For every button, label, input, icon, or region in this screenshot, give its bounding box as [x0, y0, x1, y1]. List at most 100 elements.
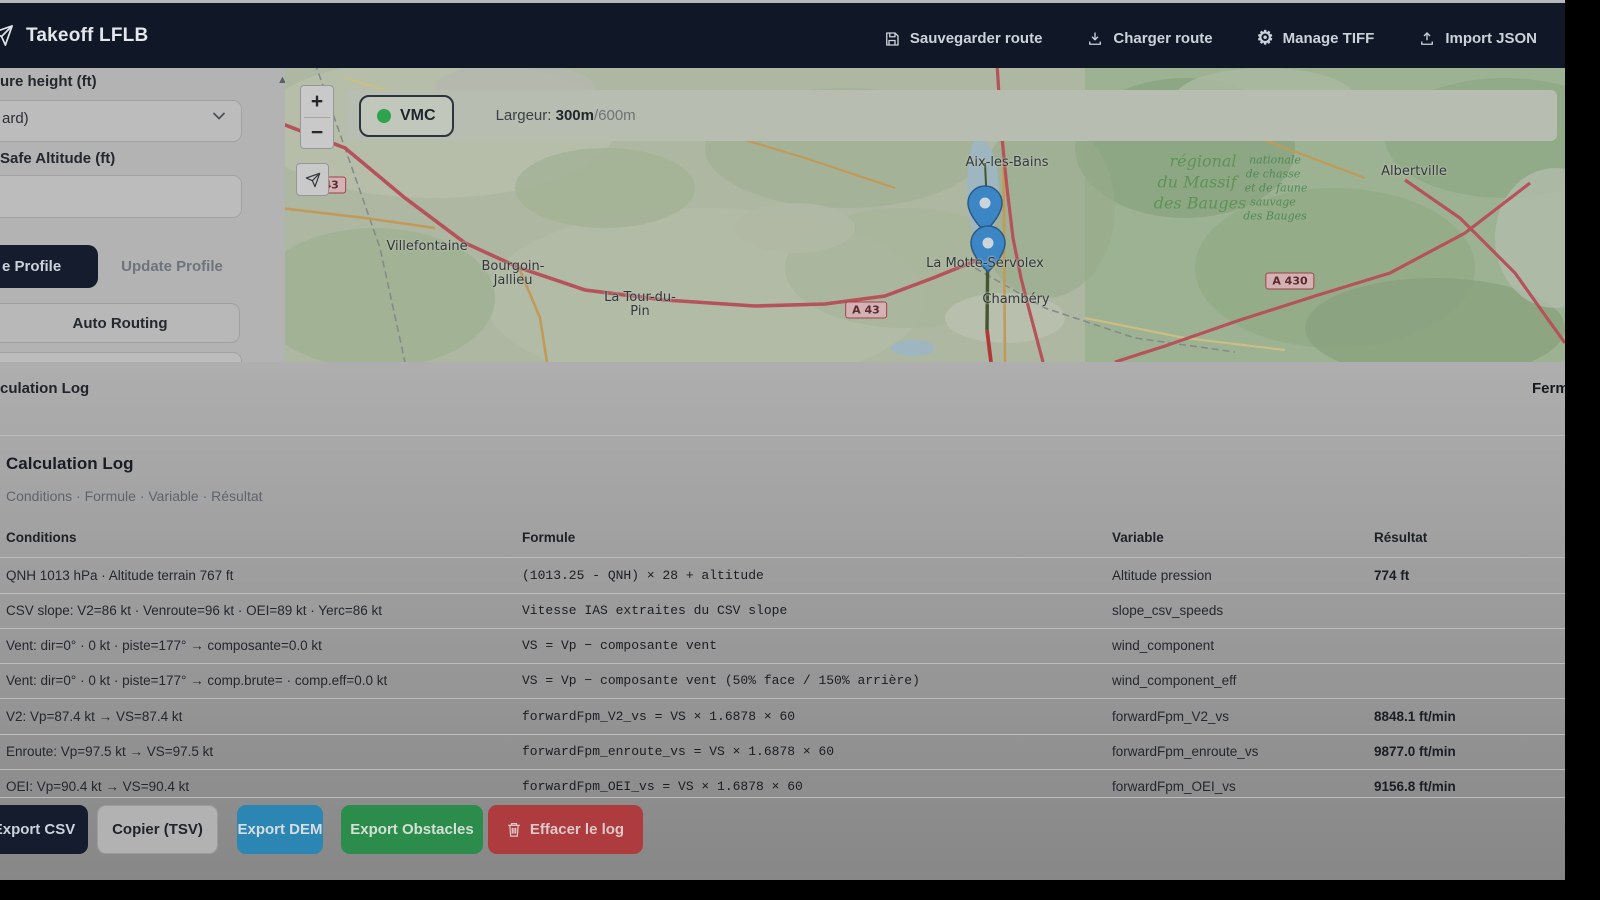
- export-obstacles-label: Export Obstacles: [350, 821, 473, 838]
- map-canvas[interactable]: Aix-les-Bains Villefontaine Bourgoin-Jal…: [285, 68, 1565, 362]
- map-zoom-control: + −: [300, 85, 334, 149]
- divider: [0, 435, 1565, 436]
- log-cell-formule: (1013.25 - QNH) × 28 + altitude: [522, 568, 1092, 583]
- chevron-down-icon: [212, 108, 226, 126]
- map-label-reserve: des Bauges: [1243, 210, 1307, 223]
- update-profile-button[interactable]: Update Profile: [108, 247, 236, 286]
- divider: [0, 593, 1565, 594]
- map-label-reserve: nationale: [1249, 154, 1301, 167]
- sidebar: ure height (ft) ard) Safe Altitude (ft) …: [0, 68, 285, 362]
- save-icon: [883, 30, 901, 48]
- import-json-button[interactable]: Import JSON: [1418, 30, 1537, 48]
- map-label-town: La Motte-Servolex: [875, 257, 1095, 271]
- map-label-town: Albertville: [1381, 165, 1447, 179]
- update-profile-label: Update Profile: [121, 258, 223, 275]
- plane-toggle-button[interactable]: [296, 163, 329, 196]
- divider: [0, 628, 1565, 629]
- copy-tsv-label: Copier (TSV): [112, 821, 203, 838]
- map-status-bar: VMC Largeur: 300m/600m: [345, 90, 1557, 141]
- motorway-shield: A 430: [1265, 273, 1314, 290]
- map-label-park: du Massif: [1157, 173, 1236, 192]
- log-cell-variable: wind_component_eff: [1112, 673, 1362, 688]
- log-cell-conditions: OEI: Vp=90.4 kt → VS=90.4 kt: [6, 779, 506, 794]
- log-cell-formule: forwardFpm_OEI_vs = VS × 1.6878 × 60: [522, 779, 1092, 794]
- log-cell-resultat: 774 ft: [1374, 568, 1559, 583]
- vmc-toggle-button[interactable]: VMC: [359, 95, 454, 137]
- zoom-out-button[interactable]: −: [301, 117, 333, 148]
- auto-routing-button[interactable]: Auto Routing: [0, 303, 240, 343]
- map-label-town: Bourgoin-Jallieu: [467, 260, 559, 288]
- vmc-status-dot: [377, 109, 391, 123]
- page-title: Takeoff LFLB: [26, 25, 148, 47]
- log-cell-formule: forwardFpm_enroute_vs = VS × 1.6878 × 60: [522, 744, 1092, 759]
- gear-icon: ⚙: [1257, 29, 1274, 48]
- app-window: Takeoff LFLB Sauvegarder route Charger r…: [0, 0, 1565, 880]
- copy-tsv-button[interactable]: Copier (TSV): [97, 805, 218, 854]
- motorway-shield: A 43: [845, 302, 887, 319]
- log-cell-variable: forwardFpm_OEI_vs: [1112, 779, 1362, 794]
- export-csv-label: Export CSV: [0, 821, 75, 838]
- log-subheading: Conditions · Formule · Variable · Résult…: [6, 488, 263, 504]
- export-csv-button[interactable]: Export CSV: [0, 805, 88, 854]
- width-current-value: 300m: [556, 107, 594, 124]
- map-label-town: Chambéry: [982, 293, 1049, 307]
- profile-button[interactable]: e Profile: [0, 245, 98, 288]
- width-label: Largeur:: [496, 107, 552, 124]
- manage-tiff-label: Manage TIFF: [1283, 30, 1375, 47]
- upload-icon: [1418, 30, 1436, 48]
- safe-altitude-label: Safe Altitude (ft): [0, 150, 115, 167]
- manage-tiff-button[interactable]: ⚙ Manage TIFF: [1257, 29, 1375, 48]
- auto-routing-label: Auto Routing: [73, 315, 168, 332]
- log-cell-variable: forwardFpm_V2_vs: [1112, 709, 1362, 724]
- map-label-reserve: et de faune: [1245, 182, 1308, 195]
- close-sheet-button[interactable]: Fermer: [1532, 380, 1565, 397]
- corridor-width-readout: Largeur: 300m/600m: [496, 107, 636, 124]
- column-header-resultat: Résultat: [1374, 530, 1559, 545]
- log-cell-conditions: Enroute: Vp=97.5 kt → VS=97.5 kt: [6, 744, 506, 759]
- sheet-bar-title: culation Log: [0, 380, 89, 397]
- height-select-value: ard): [2, 110, 29, 127]
- divider: [0, 797, 1565, 798]
- log-cell-resultat: 8848.1 ft/min: [1374, 709, 1559, 724]
- load-route-button[interactable]: Charger route: [1086, 30, 1212, 48]
- log-cell-variable: Altitude pression: [1112, 568, 1362, 583]
- map-label-town: Villefontaine: [386, 240, 467, 254]
- vmc-label: VMC: [400, 107, 436, 125]
- plane-icon: [305, 172, 321, 188]
- log-cell-resultat: 9877.0 ft/min: [1374, 744, 1559, 759]
- navbar-actions: Sauvegarder route Charger route ⚙ Manage…: [883, 6, 1537, 71]
- divider: [0, 734, 1565, 735]
- log-cell-variable: forwardFpm_enroute_vs: [1112, 744, 1362, 759]
- log-cell-conditions: CSV slope: V2=86 kt · Venroute=96 kt · O…: [6, 603, 506, 618]
- column-header-variable: Variable: [1112, 530, 1362, 545]
- save-route-button[interactable]: Sauvegarder route: [883, 30, 1043, 48]
- app-title-wrap: Takeoff LFLB: [0, 3, 148, 68]
- safe-altitude-input[interactable]: [0, 175, 242, 218]
- log-cell-formule: VS = Vp − composante vent (50% face / 15…: [522, 673, 1092, 688]
- export-obstacles-button[interactable]: Export Obstacles: [341, 805, 483, 854]
- log-cell-formule: forwardFpm_V2_vs = VS × 1.6878 × 60: [522, 709, 1092, 724]
- profile-button-label: e Profile: [2, 258, 61, 275]
- width-max-value: /600m: [594, 107, 636, 124]
- clear-log-button[interactable]: Effacer le log: [488, 805, 643, 854]
- clear-log-label: Effacer le log: [530, 821, 624, 838]
- zoom-in-button[interactable]: +: [301, 86, 333, 117]
- log-cell-variable: slope_csv_speeds: [1112, 603, 1362, 618]
- map-label-reserve: de chasse: [1246, 168, 1301, 181]
- paper-plane-icon: [0, 24, 14, 47]
- divider: [0, 557, 1565, 558]
- log-cell-conditions: Vent: dir=0° · 0 kt · piste=177° → compo…: [6, 638, 506, 653]
- map-label-reserve: sauvage: [1250, 196, 1296, 209]
- map-label-town: Aix-les-Bains: [965, 156, 1048, 170]
- log-cell-resultat: 9156.8 ft/min: [1374, 779, 1559, 794]
- divider: [0, 663, 1565, 664]
- calculation-log-sheet: culation Log Fermer Calculation Log Cond…: [0, 362, 1565, 880]
- navbar: Takeoff LFLB Sauvegarder route Charger r…: [0, 3, 1565, 68]
- height-select[interactable]: [0, 100, 242, 142]
- export-dem-button[interactable]: Export DEM: [237, 805, 323, 854]
- download-icon: [1086, 30, 1104, 48]
- map-label-town: La Tour-du-Pin: [598, 291, 682, 319]
- column-header-formule: Formule: [522, 530, 1092, 545]
- log-cell-formule: Vitesse IAS extraites du CSV slope: [522, 603, 1092, 618]
- map-label-park: des Bauges: [1154, 194, 1247, 213]
